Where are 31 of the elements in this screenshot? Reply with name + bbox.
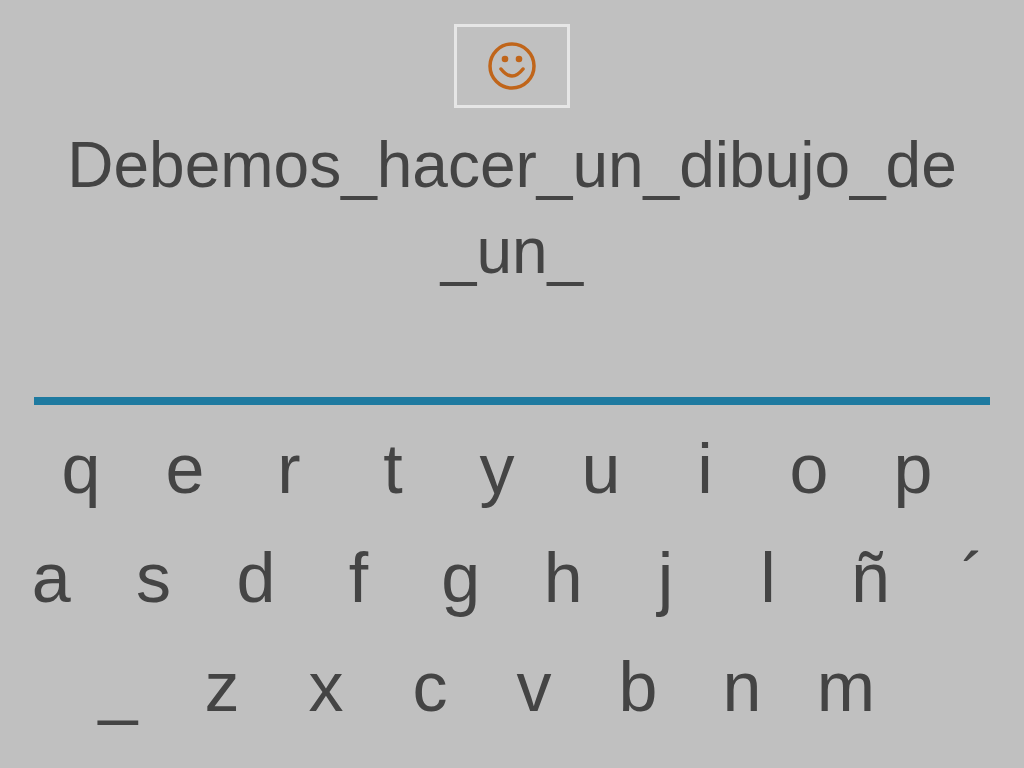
letter-key[interactable]: r (237, 417, 341, 522)
letter-key[interactable]: v (482, 635, 586, 740)
letter-key[interactable]: z (170, 635, 274, 740)
letter-key[interactable]: g (409, 526, 512, 631)
letter-key[interactable]: _ (66, 635, 170, 740)
letter-key[interactable]: t (341, 417, 445, 522)
letter-key[interactable]: f (307, 526, 410, 631)
letter-key[interactable]: m (794, 635, 898, 740)
letter-key[interactable]: u (549, 417, 653, 522)
letter-key[interactable]: i (653, 417, 757, 522)
letter-key[interactable]: x (274, 635, 378, 740)
letter-key[interactable]: l (716, 526, 820, 631)
letter-key[interactable]: e (133, 417, 237, 522)
phrase-text: Debemos_hacer_un_dibujo_de (67, 128, 957, 203)
letter-key[interactable]: d (204, 526, 308, 631)
letter-key[interactable]: n (690, 635, 794, 740)
smiley-icon (487, 41, 537, 91)
letter-key[interactable]: o (757, 417, 861, 522)
phrase-text: _un_ (440, 214, 584, 289)
letter-key[interactable]: ñ (819, 526, 922, 631)
letter-key[interactable]: b (586, 635, 690, 740)
letter-key[interactable]: s (102, 526, 205, 631)
letter-key[interactable]: c (378, 635, 482, 740)
smiley-button[interactable] (454, 24, 570, 108)
letter-key[interactable]: h (512, 526, 615, 631)
letter-key[interactable]: j (614, 526, 717, 631)
letter-key[interactable]: ´ (921, 526, 1024, 631)
letter-key[interactable]: p (861, 417, 965, 522)
letter-key[interactable]: a (0, 526, 103, 631)
letter-key[interactable]: q (29, 417, 133, 522)
letter-key[interactable]: y (445, 417, 549, 522)
